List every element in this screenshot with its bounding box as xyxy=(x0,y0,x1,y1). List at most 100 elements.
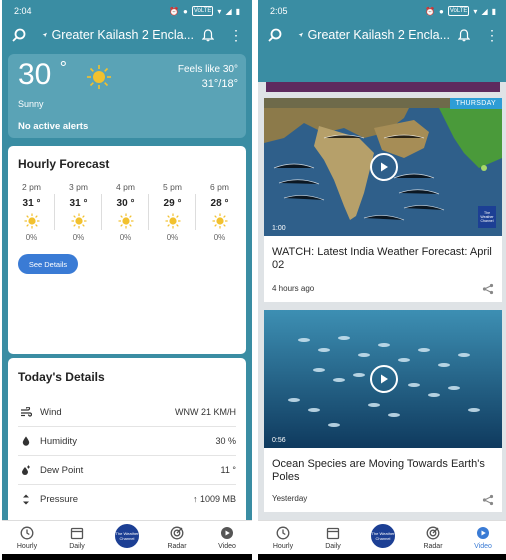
navigation-arrow-icon xyxy=(42,32,48,38)
nav-hourly[interactable]: Hourly xyxy=(258,521,308,554)
share-icon[interactable] xyxy=(482,282,494,295)
status-bar: 2:04 ⏰ ● VoLTE ▾ ◢ ▮ xyxy=(2,0,252,22)
calendar-icon xyxy=(325,525,341,541)
status-time: 2:04 xyxy=(14,6,32,16)
search-icon[interactable] xyxy=(10,26,28,44)
volte-badge: VoLTE xyxy=(447,6,470,16)
nav-weather-channel[interactable]: The Weather Channel xyxy=(102,521,152,554)
nav-label: Hourly xyxy=(16,543,38,550)
nav-daily[interactable]: Daily xyxy=(52,521,102,554)
location-selector[interactable]: Greater Kailash 2 Encla... xyxy=(42,28,194,42)
previous-card-edge xyxy=(266,82,500,92)
hour-precip: 0% xyxy=(25,233,38,242)
hourly-forecast-card: Hourly Forecast 2 pm 31 ° 0% 3 pm 31 ° 0… xyxy=(8,146,246,354)
hour-item[interactable]: 4 pm 30 ° 0% xyxy=(102,182,149,242)
alarm-icon: ⏰ xyxy=(169,6,179,16)
high-low: 31°/18° xyxy=(201,78,238,90)
video-title[interactable]: Ocean Species are Moving Towards Earth's… xyxy=(272,458,494,484)
status-icons: ⏰ ● VoLTE ▾ ◢ ▮ xyxy=(425,6,496,16)
wind-icon xyxy=(18,407,34,417)
video-timestamp: Yesterday xyxy=(272,494,308,503)
nav-weather-channel[interactable]: The Weather Channel xyxy=(358,521,408,554)
detail-row-wind: Wind WNW 21 KM/H xyxy=(8,398,246,426)
bottom-nav: Hourly Daily The Weather Channel Radar V… xyxy=(2,520,252,554)
location-name: Greater Kailash 2 Encla... xyxy=(307,28,450,42)
hour-item[interactable]: 2 pm 31 ° 0% xyxy=(8,182,55,242)
see-details-button[interactable]: See Details xyxy=(18,254,78,274)
status-icons: ⏰ ● VoLTE ▾ ◢ ▮ xyxy=(169,6,240,16)
more-options-icon[interactable]: ⋮ xyxy=(484,27,500,44)
alarm-icon: ⏰ xyxy=(425,6,435,16)
video-thumbnail[interactable]: THURSDAY 1:00 The Weather Channel xyxy=(264,98,502,236)
share-icon[interactable] xyxy=(482,493,494,506)
nav-hourly[interactable]: Hourly xyxy=(2,521,52,554)
wifi-icon: ▾ xyxy=(473,6,478,16)
detail-row-humidity: Humidity 30 % xyxy=(8,427,246,455)
location-pin-icon: ● xyxy=(439,6,444,16)
signal-icon: ◢ xyxy=(225,6,232,16)
system-nav-bar xyxy=(2,554,252,560)
hour-temp: 31 ° xyxy=(69,198,88,209)
hourly-list: 2 pm 31 ° 0% 3 pm 31 ° 0% 4 pm 30 ° 0% 5… xyxy=(8,182,246,242)
search-icon[interactable] xyxy=(266,26,284,44)
nav-daily[interactable]: Daily xyxy=(308,521,358,554)
calendar-icon xyxy=(69,525,85,541)
detail-value: 30 % xyxy=(215,436,236,446)
radar-icon xyxy=(425,525,441,541)
todays-details-title: Today's Details xyxy=(18,370,105,384)
detail-label: Pressure xyxy=(40,493,79,505)
detail-row-dew-point: Dew Point 11 ° xyxy=(8,456,246,484)
video-thumbnail[interactable]: 0:56 xyxy=(264,310,502,448)
play-icon[interactable] xyxy=(370,365,398,393)
hour-time: 2 pm xyxy=(22,182,41,192)
sunny-icon xyxy=(24,213,40,229)
alerts-status: No active alerts xyxy=(18,121,89,132)
more-options-icon[interactable]: ⋮ xyxy=(228,27,244,44)
sunny-icon xyxy=(212,213,228,229)
hour-temp: 29 ° xyxy=(163,198,182,209)
nav-radar[interactable]: Radar xyxy=(408,521,458,554)
wifi-icon: ▾ xyxy=(217,6,222,16)
bell-icon[interactable] xyxy=(200,28,216,42)
todays-details-card: Today's Details Wind WNW 21 KM/H Humidit… xyxy=(8,358,246,528)
hour-item[interactable]: 5 pm 29 ° 0% xyxy=(149,182,196,242)
hour-temp: 31 ° xyxy=(22,198,41,209)
weather-channel-logo: The Weather Channel xyxy=(369,521,397,550)
video-duration: 1:00 xyxy=(272,225,286,232)
system-nav-bar xyxy=(258,554,506,560)
app-bar: Greater Kailash 2 Encla... ⋮ xyxy=(2,22,252,48)
nav-label: Daily xyxy=(69,543,85,550)
pressure-icon xyxy=(18,494,34,505)
sunny-icon xyxy=(86,64,112,95)
hour-temp: 28 ° xyxy=(210,198,229,209)
nav-label: Hourly xyxy=(272,543,294,550)
degree-symbol: ° xyxy=(59,58,67,78)
clock-icon xyxy=(19,525,35,541)
hour-item[interactable]: 6 pm 28 ° 0% xyxy=(196,182,243,242)
location-name: Greater Kailash 2 Encla... xyxy=(51,28,194,42)
bell-icon[interactable] xyxy=(456,28,472,42)
nav-radar[interactable]: Radar xyxy=(152,521,202,554)
current-temperature: 30 ° xyxy=(18,58,67,91)
nav-label: Radar xyxy=(167,543,187,550)
video-card[interactable]: THURSDAY 1:00 The Weather Channel WATCH:… xyxy=(264,98,502,302)
hour-precip: 0% xyxy=(166,233,179,242)
dew-point-icon xyxy=(18,465,34,475)
humidity-drop-icon xyxy=(18,436,34,446)
current-conditions-card[interactable]: 30 ° Sunny Feels like 30° 31°/18° No act… xyxy=(8,54,246,138)
video-timestamp: 4 hours ago xyxy=(272,284,315,293)
nav-video[interactable]: Video xyxy=(458,521,506,554)
bottom-nav: Hourly Daily The Weather Channel Radar V… xyxy=(258,520,506,554)
location-selector[interactable]: Greater Kailash 2 Encla... xyxy=(298,28,450,42)
sunny-icon xyxy=(165,213,181,229)
nav-label: Radar xyxy=(423,543,443,550)
video-title[interactable]: WATCH: Latest India Weather Forecast: Ap… xyxy=(272,246,494,272)
header-extension xyxy=(258,48,506,82)
play-icon[interactable] xyxy=(370,153,398,181)
video-card[interactable]: 0:56 Ocean Species are Moving Towards Ea… xyxy=(264,310,502,512)
battery-icon: ▮ xyxy=(235,6,240,16)
hour-item[interactable]: 3 pm 31 ° 0% xyxy=(55,182,102,242)
weather-channel-logo: The Weather Channel xyxy=(113,521,141,550)
nav-video[interactable]: Video xyxy=(202,521,252,554)
detail-value: WNW 21 KM/H xyxy=(174,407,236,417)
